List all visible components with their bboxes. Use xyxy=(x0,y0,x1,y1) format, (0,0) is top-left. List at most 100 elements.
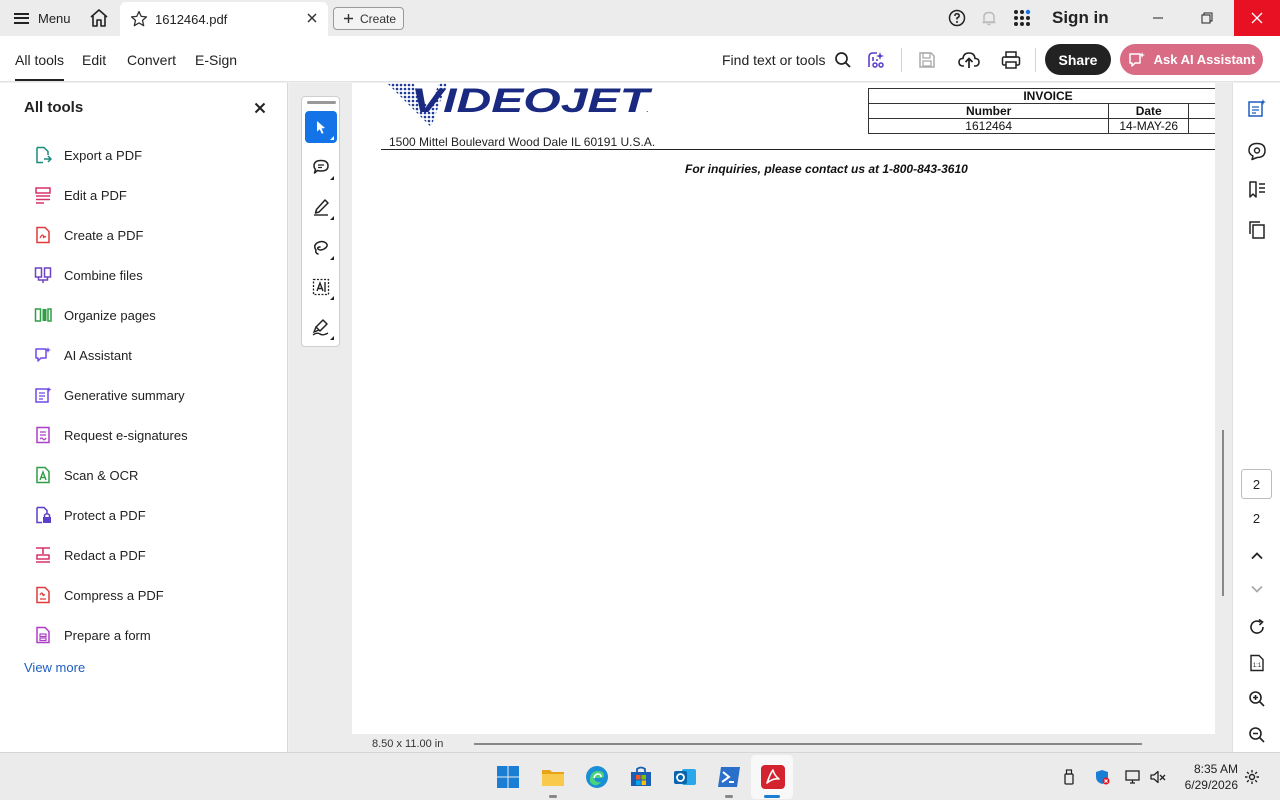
tool-export-pdf[interactable]: Export a PDF xyxy=(34,144,142,166)
actual-size-button[interactable]: 1:1 xyxy=(1247,653,1267,673)
comment-tool-button[interactable] xyxy=(305,151,337,183)
bookmarks-panel-button[interactable] xyxy=(1247,180,1267,200)
notifications-button[interactable] xyxy=(980,9,998,27)
speaker-muted-icon xyxy=(1150,770,1166,784)
tool-protect-pdf[interactable]: Protect a PDF xyxy=(34,504,146,526)
upload-button[interactable] xyxy=(958,49,980,71)
acrobat-button[interactable] xyxy=(760,764,786,790)
next-page-button[interactable] xyxy=(1247,579,1267,599)
drag-handle[interactable] xyxy=(307,101,336,104)
print-button[interactable] xyxy=(1000,49,1022,71)
vertical-scrollbar[interactable] xyxy=(1222,430,1224,596)
defender-shield-icon xyxy=(1096,770,1110,785)
outlook-button[interactable] xyxy=(672,764,698,790)
network-tray-button[interactable] xyxy=(1125,769,1141,785)
help-button[interactable] xyxy=(948,9,966,27)
horizontal-scrollbar[interactable] xyxy=(474,743,1142,745)
close-window-button[interactable] xyxy=(1234,0,1280,36)
main-toolbar: All tools Edit Convert E-Sign Find text … xyxy=(0,36,1280,82)
draw-tool-button[interactable] xyxy=(305,231,337,263)
tool-label: Organize pages xyxy=(64,307,156,323)
close-panel-icon[interactable] xyxy=(253,101,267,115)
tab-close-icon[interactable] xyxy=(305,11,319,25)
edge-icon xyxy=(586,766,608,788)
toolbar-divider xyxy=(901,48,902,72)
tab-edit[interactable]: Edit xyxy=(82,52,106,68)
tool-label: Combine files xyxy=(64,267,143,283)
terminal-icon xyxy=(718,767,740,787)
minimize-button[interactable] xyxy=(1135,0,1181,36)
pen-icon xyxy=(314,199,329,216)
ai-generative-button[interactable] xyxy=(1247,98,1267,118)
monitor-network-icon xyxy=(1125,770,1140,784)
start-button[interactable] xyxy=(495,764,521,790)
current-page-input[interactable]: 2 xyxy=(1241,469,1272,499)
share-button[interactable]: Share xyxy=(1045,44,1111,75)
highlight-tool-button[interactable] xyxy=(305,191,337,223)
edit-pdf-icon xyxy=(34,186,52,204)
zoom-in-button[interactable] xyxy=(1247,689,1267,709)
tool-label: Export a PDF xyxy=(64,147,143,163)
comments-panel-button[interactable] xyxy=(1247,141,1267,161)
tab-esign[interactable]: E-Sign xyxy=(195,52,237,68)
tool-request-esignatures[interactable]: Request e-signatures xyxy=(34,424,188,446)
tool-edit-pdf[interactable]: Edit a PDF xyxy=(34,184,127,206)
clock-time: 8:35 AM xyxy=(1193,762,1238,776)
tool-combine-files[interactable]: Combine files xyxy=(34,264,143,286)
ask-ai-assistant-button[interactable]: Ask AI Assistant xyxy=(1120,44,1263,75)
sign-tool-button[interactable] xyxy=(305,311,337,343)
ai-document-icon xyxy=(1248,99,1266,117)
invoice-title: INVOICE xyxy=(868,88,1215,104)
store-button[interactable] xyxy=(628,764,654,790)
tool-label: Request e-signatures xyxy=(64,427,188,443)
volume-tray-button[interactable] xyxy=(1150,769,1166,785)
security-tray-button[interactable] xyxy=(1094,769,1110,785)
tab-convert[interactable]: Convert xyxy=(127,52,176,68)
find-label: Find text or tools xyxy=(722,52,826,68)
tool-compress-pdf[interactable]: Compress a PDF xyxy=(34,584,164,606)
export-pdf-icon xyxy=(34,146,52,164)
file-explorer-button[interactable] xyxy=(540,764,566,790)
tool-create-pdf[interactable]: Create a PDF xyxy=(34,224,143,246)
tool-label: Compress a PDF xyxy=(64,587,164,603)
system-clock[interactable]: 8:35 AM 6/29/2026 xyxy=(1178,761,1238,793)
ai-tools-button[interactable] xyxy=(865,49,887,71)
pages-panel-button[interactable] xyxy=(1247,220,1267,240)
create-button[interactable]: Create xyxy=(333,7,404,30)
right-rail: 2 2 1:1 xyxy=(1232,83,1280,752)
document-tab[interactable]: 1612464.pdf xyxy=(120,2,328,36)
page-size-readout: 8.50 x 11.00 in xyxy=(372,738,444,750)
running-indicator xyxy=(725,795,733,798)
edge-browser-button[interactable] xyxy=(584,764,610,790)
invoice-cell-empty xyxy=(1188,103,1215,119)
text-box-tool-button[interactable] xyxy=(305,271,337,303)
tool-redact-pdf[interactable]: Redact a PDF xyxy=(34,544,146,566)
view-more-link[interactable]: View more xyxy=(24,660,85,675)
powershell-button[interactable] xyxy=(716,764,742,790)
tool-generative-summary[interactable]: Generative summary xyxy=(34,384,185,406)
bell-icon xyxy=(982,11,996,26)
sign-in-link[interactable]: Sign in xyxy=(1052,8,1109,28)
notification-center-button[interactable] xyxy=(1244,769,1260,785)
ai-assistant-icon xyxy=(1128,51,1145,67)
zoom-out-button[interactable] xyxy=(1247,725,1267,745)
ai-sparkle-icon xyxy=(868,52,884,68)
restore-button[interactable] xyxy=(1184,0,1230,36)
tool-organize-pages[interactable]: Organize pages xyxy=(34,304,156,326)
rotate-button[interactable] xyxy=(1247,617,1267,637)
select-tool-button[interactable] xyxy=(305,111,337,143)
tool-scan-ocr[interactable]: Scan & OCR xyxy=(34,464,138,486)
usb-tray-button[interactable] xyxy=(1061,769,1077,785)
tool-prepare-form[interactable]: Prepare a form xyxy=(34,624,151,646)
home-button[interactable] xyxy=(86,7,112,29)
tab-all-tools[interactable]: All tools xyxy=(15,52,65,81)
tool-ai-assistant[interactable]: AI Assistant xyxy=(34,344,132,366)
find-text-or-tools[interactable]: Find text or tools xyxy=(722,51,852,69)
tool-label: Redact a PDF xyxy=(64,547,146,563)
tool-label: Protect a PDF xyxy=(64,507,146,523)
apps-button[interactable] xyxy=(1013,9,1031,27)
menu-button[interactable]: Menu xyxy=(14,9,71,27)
panel-title: All tools xyxy=(24,99,84,116)
previous-page-button[interactable] xyxy=(1247,546,1267,566)
save-button[interactable] xyxy=(916,49,938,71)
